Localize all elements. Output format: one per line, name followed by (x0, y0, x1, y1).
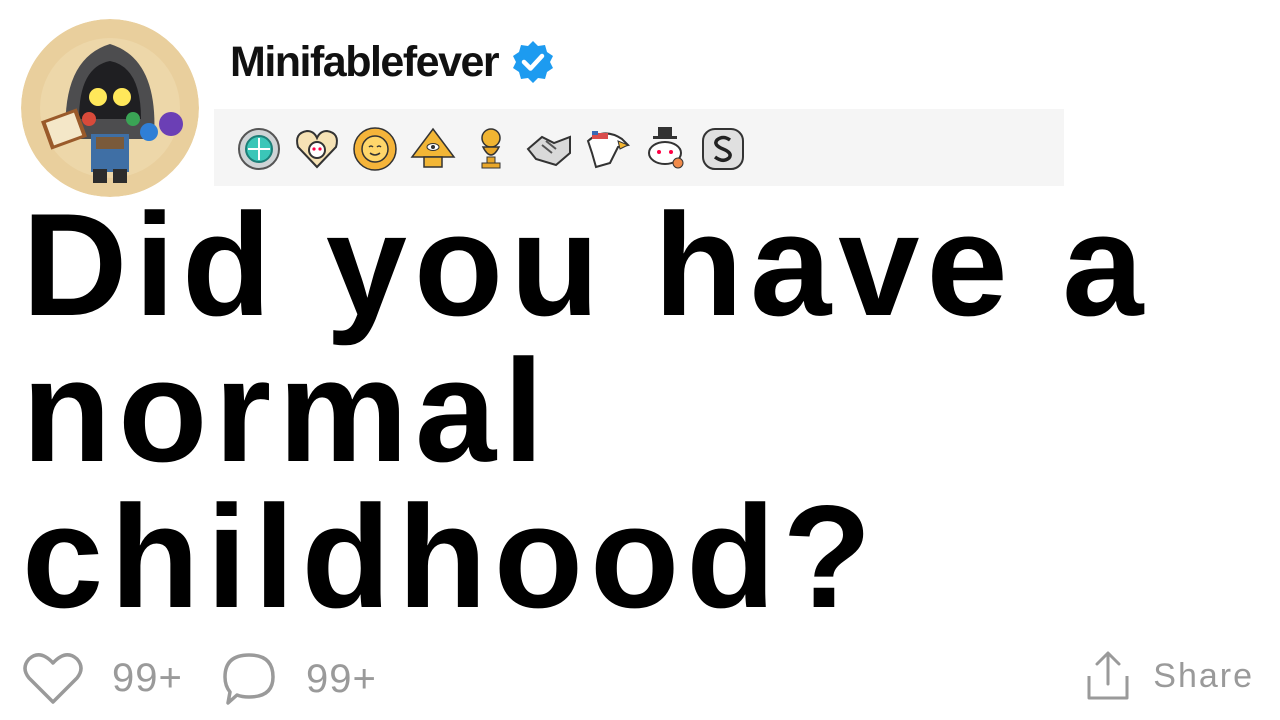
comment-button[interactable]: 99+ (220, 650, 377, 708)
gold-trophy-snoo-icon[interactable] (466, 123, 516, 173)
awards-bar (214, 109, 1064, 186)
post-title[interactable]: Did you have a normal childhood? (22, 192, 1272, 630)
share-label: Share (1153, 656, 1254, 695)
heart-snoo-icon[interactable] (292, 123, 342, 173)
verified-badge-icon (510, 39, 556, 85)
golden-pyramid-icon[interactable] (408, 123, 458, 173)
silver-s-icon[interactable] (698, 123, 748, 173)
avatar[interactable] (21, 19, 199, 197)
eagle-icon[interactable] (582, 123, 632, 173)
post-actions: 99+ 99+ Share (0, 640, 1280, 712)
like-button[interactable]: 99+ (22, 650, 183, 706)
gem-badge-icon[interactable] (234, 123, 284, 173)
share-button[interactable]: Share (1085, 650, 1254, 702)
like-count: 99+ (112, 655, 183, 700)
username-text[interactable]: Minifablefever (230, 36, 500, 88)
heart-icon (23, 653, 83, 704)
comment-count: 99+ (306, 656, 377, 701)
handshake-icon[interactable] (524, 123, 574, 173)
sun-face-icon[interactable] (350, 123, 400, 173)
username[interactable]: Minifablefever (230, 36, 556, 88)
share-upload-icon (1087, 651, 1129, 700)
comment-bubble-icon (223, 653, 275, 705)
top-hat-snoo-icon[interactable] (640, 123, 690, 173)
